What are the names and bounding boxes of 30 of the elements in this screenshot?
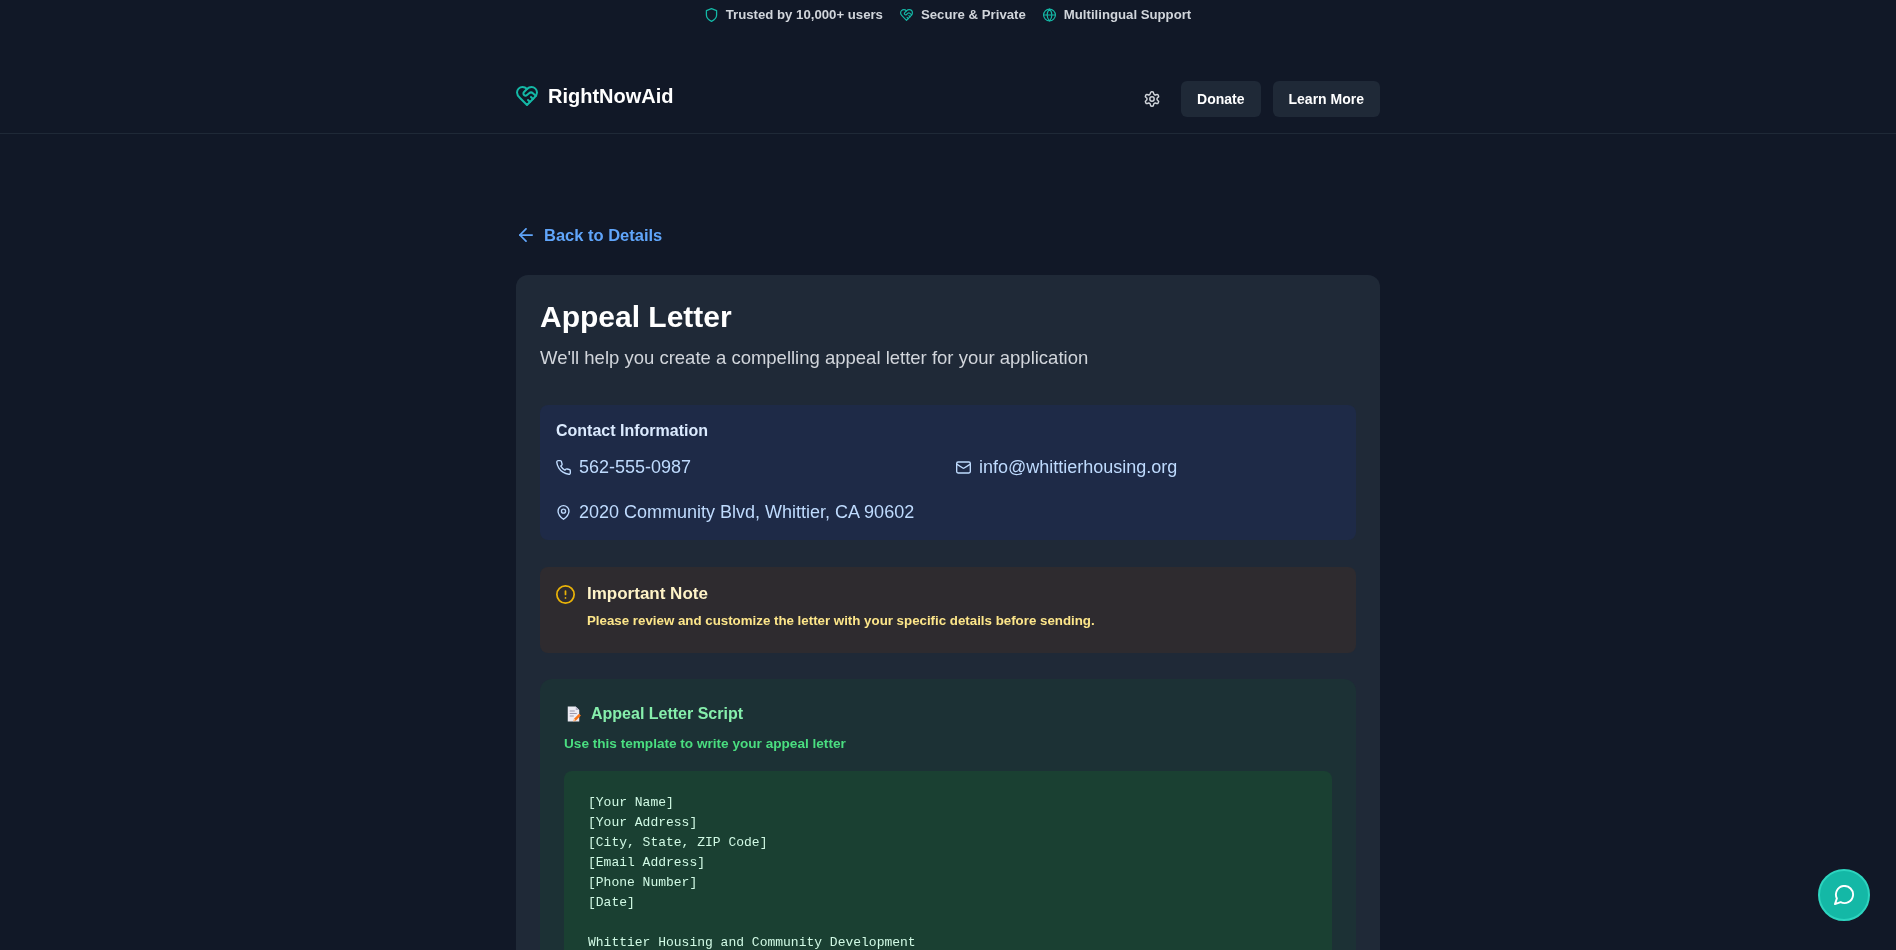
settings-icon[interactable] — [1144, 91, 1161, 107]
script-title: Appeal Letter Script — [591, 704, 744, 724]
phone-icon — [556, 459, 571, 475]
chat-bubble-icon — [1833, 885, 1855, 905]
donate-button[interactable]: Donate — [1181, 81, 1261, 117]
back-link[interactable]: Back to Details — [519, 223, 663, 247]
page-subtitle: We'll help you create a compelling appeal letter for your application — [540, 346, 1090, 370]
learn-more-button[interactable]: Learn More — [1272, 81, 1380, 117]
letter-template-text: [Your Name] [Your Address] [City, State, ZIP Code] [Email Address] [Phone Number] [Date] Whittier Housing and Community Development — [588, 794, 917, 950]
note-text: Please review and customize the letter with your specific details before sending. — [587, 612, 1095, 630]
page-title: Appeal Letter — [540, 299, 733, 335]
shield-icon — [704, 8, 718, 22]
script-subtitle: Use this template to write your appeal letter — [564, 735, 847, 753]
heart-handshake-icon — [899, 8, 913, 22]
brand-logo[interactable]: RightNowAid — [516, 84, 674, 108]
alert-circle-icon — [556, 585, 575, 604]
note-title: Important Note — [587, 583, 709, 605]
heart-handshake-icon — [516, 86, 538, 106]
memo-icon — [567, 706, 582, 722]
phone-number: 562-555-0987 — [579, 456, 692, 479]
trust-label: Secure & Private — [920, 7, 1026, 23]
trust-label: Multilingual Support — [1063, 7, 1192, 23]
chat-button[interactable] — [1818, 869, 1870, 921]
street-address: 2020 Community Blvd, Whittier, CA 90602 — [579, 501, 915, 524]
email-address: info@whittierhousing.org — [979, 456, 1178, 479]
globe-icon — [1042, 8, 1056, 22]
mail-icon — [956, 459, 971, 475]
contact-heading: Contact Information — [556, 421, 709, 441]
map-pin-icon — [556, 504, 571, 520]
trust-label: Trusted by 10,000+ users — [725, 7, 883, 23]
